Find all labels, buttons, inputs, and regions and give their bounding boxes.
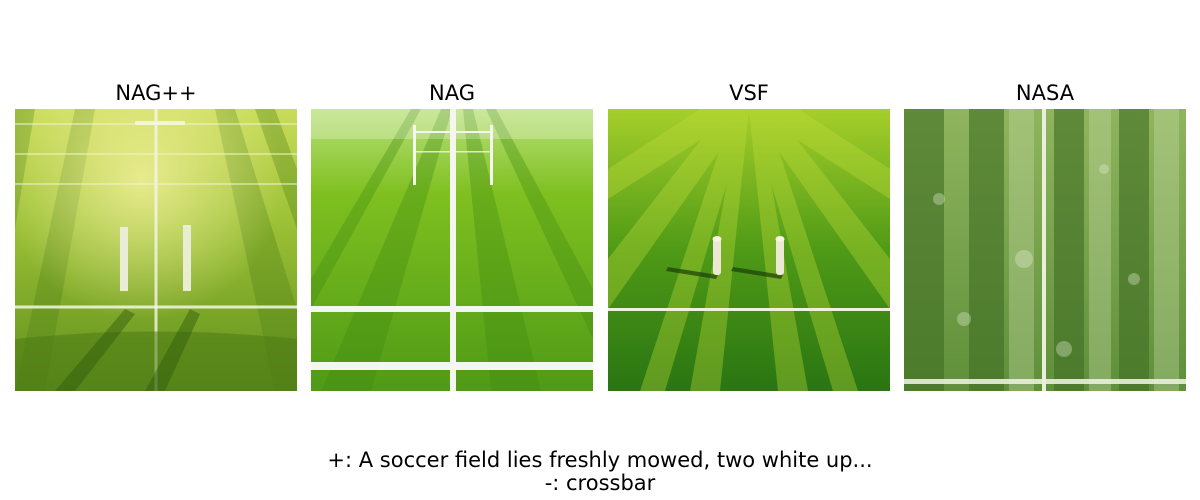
panel-nasa: NASA bbox=[904, 78, 1186, 391]
panel-title: NAG bbox=[429, 81, 475, 105]
generated-image-vsf bbox=[608, 109, 890, 391]
panel-title: VSF bbox=[729, 81, 769, 105]
prompt-caption: +: A soccer field lies freshly mowed, tw… bbox=[0, 449, 1200, 495]
panel-nag-plus-plus: NAG++ bbox=[15, 78, 297, 391]
generated-image-nag bbox=[311, 109, 593, 391]
positive-prompt: +: A soccer field lies freshly mowed, tw… bbox=[327, 448, 873, 472]
panel-title: NAG++ bbox=[115, 81, 197, 105]
panel-title: NASA bbox=[1015, 81, 1075, 105]
panel-nag: NAG bbox=[311, 78, 593, 391]
negative-prompt: -: crossbar bbox=[544, 471, 656, 495]
generated-image-nasa bbox=[904, 109, 1186, 391]
generated-image-nag-plus-plus bbox=[15, 109, 297, 391]
panel-vsf: VSF bbox=[608, 78, 890, 391]
